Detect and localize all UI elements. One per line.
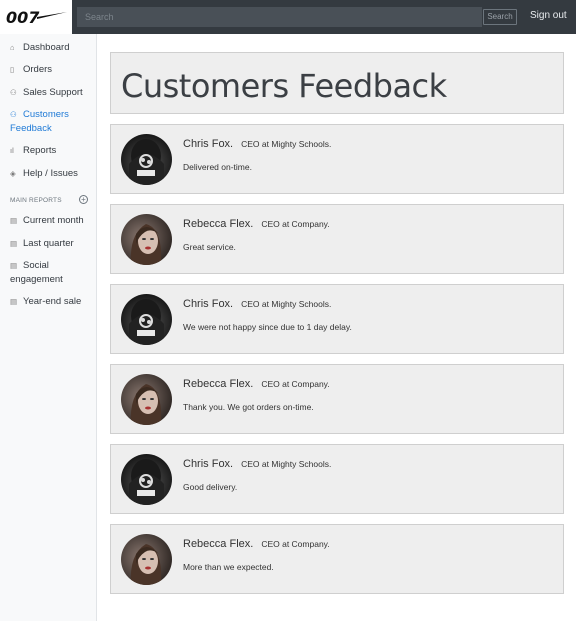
file-text-icon: ▤ xyxy=(10,297,18,306)
sidebar-item-help-issues[interactable]: ◈ Help / Issues xyxy=(10,167,78,181)
sidebar-item-label: Orders xyxy=(23,64,53,75)
sidebar-item-sales-support[interactable]: ⚇ Sales Support xyxy=(10,86,83,100)
top-navbar: 007 Search Sign out xyxy=(0,0,576,34)
feedback-card: Rebecca Flex. CEO at Company. Great servic… xyxy=(110,204,564,274)
users-icon: ⚇ xyxy=(10,88,17,97)
feedback-message: Good delivery. xyxy=(183,482,238,492)
customer-role: CEO at Company. xyxy=(261,379,330,389)
sidebar-item-customers-feedback[interactable]: ⚇ Customers Feedback xyxy=(10,108,90,136)
customer-name: Rebecca Flex. CEO at Company. xyxy=(183,538,330,550)
avatar xyxy=(121,454,172,505)
feedback-card: Chris Fox. CEO at Mighty Schools. Good del… xyxy=(110,444,564,514)
customer-name-text: Chris Fox. xyxy=(183,458,234,470)
users-icon: ⚇ xyxy=(10,110,17,119)
customer-name-text: Rebecca Flex. xyxy=(183,378,254,390)
customer-name-text: Chris Fox. xyxy=(183,298,234,310)
bar-chart-icon: ıl xyxy=(10,146,14,155)
sidebar-report-year-end-sale[interactable]: ▤ Year-end sale xyxy=(10,295,81,309)
sidebar-item-label: Current month xyxy=(23,215,84,226)
sidebar: ⌂ Dashboard ▯ Orders ⚇ Sales Support ⚇ Custo… xyxy=(0,34,97,621)
layers-icon: ◈ xyxy=(10,169,16,178)
customer-role: CEO at Mighty Schools. xyxy=(241,459,332,469)
customer-role: CEO at Mighty Schools. xyxy=(241,299,332,309)
home-icon: ⌂ xyxy=(10,43,15,52)
svg-text:007: 007 xyxy=(6,8,40,27)
customer-name: Chris Fox. CEO at Mighty Schools. xyxy=(183,298,331,310)
customer-name: Rebecca Flex. CEO at Company. xyxy=(183,378,330,390)
customer-name-text: Rebecca Flex. xyxy=(183,538,254,550)
file-text-icon: ▤ xyxy=(10,239,18,248)
feedback-card: Rebecca Flex. CEO at Company. More than we… xyxy=(110,524,564,594)
sidebar-report-current-month[interactable]: ▤ Current month xyxy=(10,214,84,228)
file-icon: ▯ xyxy=(10,65,15,74)
customer-name-text: Rebecca Flex. xyxy=(183,218,254,230)
avatar xyxy=(121,374,172,425)
sidebar-item-orders[interactable]: ▯ Orders xyxy=(10,63,52,77)
avatar xyxy=(121,534,172,585)
sidebar-item-label: Sales Support xyxy=(23,87,83,98)
plus-circle-icon[interactable]: + xyxy=(79,195,88,204)
page-header: Customers Feedback xyxy=(110,52,564,114)
feedback-message: More than we expected. xyxy=(183,562,274,572)
file-text-icon: ▤ xyxy=(10,261,18,270)
customer-role: CEO at Company. xyxy=(261,219,330,229)
feedback-message: Delivered on-time. xyxy=(183,162,252,172)
feedback-card: Rebecca Flex. CEO at Company. Thank you. W… xyxy=(110,364,564,434)
avatar xyxy=(121,214,172,265)
sidebar-item-dashboard[interactable]: ⌂ Dashboard xyxy=(10,41,69,55)
main-reports-heading: MAIN REPORTS xyxy=(10,197,62,204)
sidebar-item-reports[interactable]: ıl Reports xyxy=(10,144,56,158)
customer-name: Rebecca Flex. CEO at Company. xyxy=(183,218,330,230)
007-logo-icon: 007 xyxy=(6,8,67,27)
sidebar-item-label: Help / Issues xyxy=(23,168,78,179)
file-text-icon: ▤ xyxy=(10,216,18,225)
sidebar-item-label: Reports xyxy=(23,145,57,156)
feedback-message: Great service. xyxy=(183,242,236,252)
sidebar-report-social-engagement[interactable]: ▤ Social engagement xyxy=(10,259,80,287)
avatar xyxy=(121,134,172,185)
customer-name: Chris Fox. CEO at Mighty Schools. xyxy=(183,138,331,150)
customer-role: CEO at Company. xyxy=(261,539,330,549)
avatar xyxy=(121,294,172,345)
feedback-message: We were not happy since due to 1 day del… xyxy=(183,322,352,332)
sidebar-item-label: Year-end sale xyxy=(23,296,82,307)
sidebar-report-last-quarter[interactable]: ▤ Last quarter xyxy=(10,237,74,251)
customer-name-text: Chris Fox. xyxy=(183,138,234,150)
customer-name: Chris Fox. CEO at Mighty Schools. xyxy=(183,458,331,470)
search-button[interactable]: Search xyxy=(483,9,517,25)
sign-out-link[interactable]: Sign out xyxy=(530,10,567,21)
search-input[interactable] xyxy=(77,7,482,27)
feedback-card: Chris Fox. CEO at Mighty Schools. We were … xyxy=(110,284,564,354)
page-title: Customers Feedback xyxy=(121,67,447,105)
feedback-message: Thank you. We got orders on-time. xyxy=(183,402,314,412)
customer-role: CEO at Mighty Schools. xyxy=(241,139,332,149)
brand-logo[interactable]: 007 xyxy=(0,0,72,34)
sidebar-item-label: Dashboard xyxy=(23,42,70,53)
sidebar-item-label: Last quarter xyxy=(23,238,74,249)
feedback-card: Chris Fox. CEO at Mighty Schools. Delivere… xyxy=(110,124,564,194)
